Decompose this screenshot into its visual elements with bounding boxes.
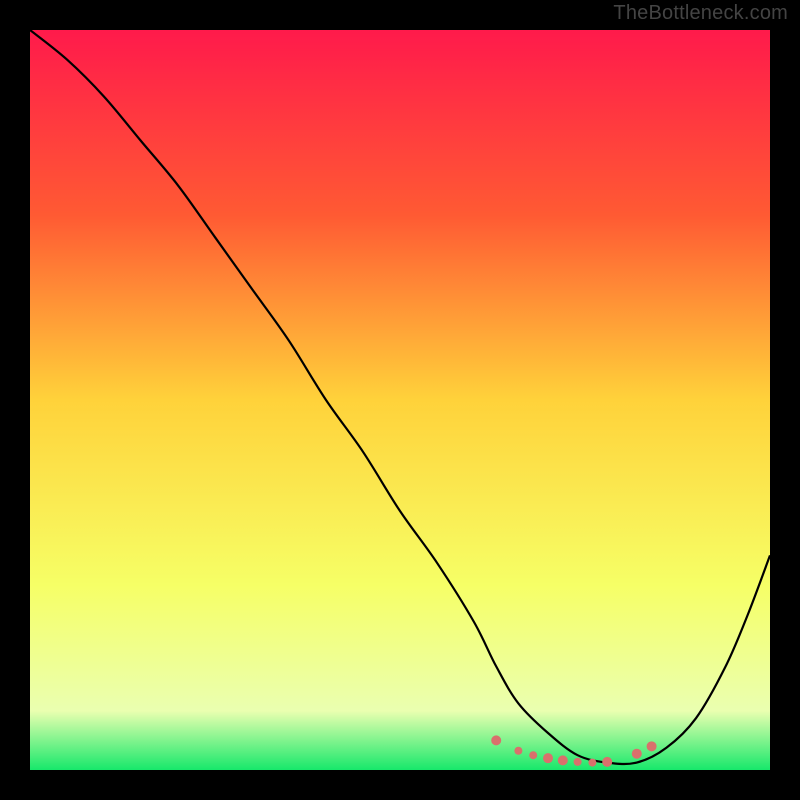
chart-frame: TheBottleneck.com	[0, 0, 800, 800]
marker-dot	[529, 751, 537, 759]
marker-dot	[514, 747, 522, 755]
marker-dot	[491, 735, 501, 745]
marker-dot	[588, 759, 596, 767]
attribution-text: TheBottleneck.com	[613, 2, 788, 25]
marker-dot	[574, 758, 582, 766]
marker-dot	[632, 749, 642, 759]
marker-dot	[602, 757, 612, 767]
plot-area	[30, 30, 770, 770]
marker-dot	[647, 741, 657, 751]
marker-dot	[543, 753, 553, 763]
marker-dot	[558, 755, 568, 765]
bottleneck-chart	[30, 30, 770, 770]
